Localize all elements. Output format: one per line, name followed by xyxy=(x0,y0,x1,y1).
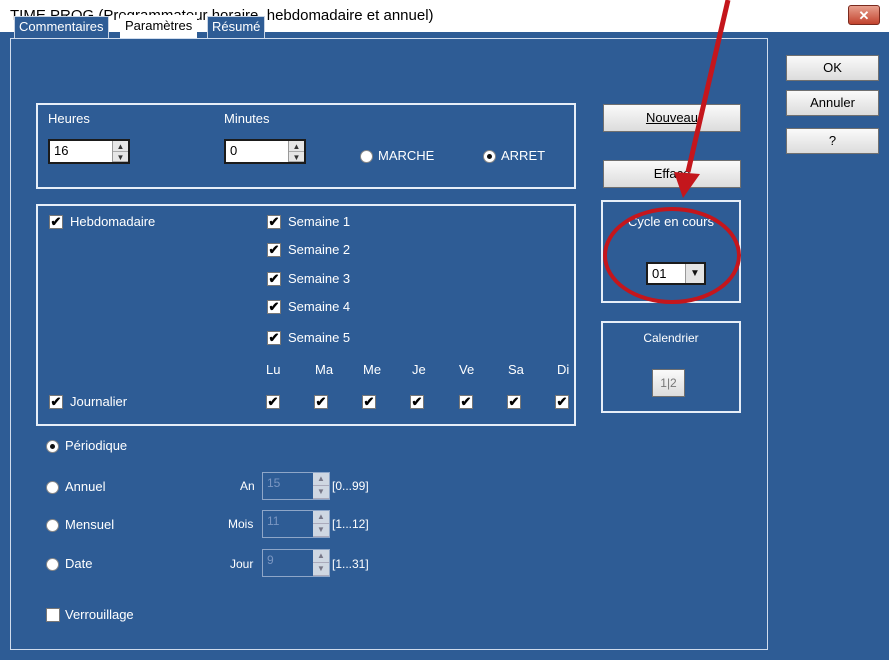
tab-resume[interactable]: Résumé xyxy=(207,16,266,38)
hours-stepper[interactable]: 16 ▲ ▼ xyxy=(48,139,130,164)
day-label-me: Me xyxy=(363,362,382,377)
day-label-di: Di xyxy=(557,362,570,377)
weekly-group: ✔ Hebdomadaire ✔ Semaine 1 ✔ Semaine 2 ✔… xyxy=(36,204,576,426)
red-arrow-annotation xyxy=(674,0,731,198)
dialog-window: TIME PROG (Programmateur horaire, hebdom… xyxy=(0,0,889,660)
jour-stepper[interactable]: 9 ▲ ▼ xyxy=(262,549,330,577)
minutes-value: 0 xyxy=(230,143,238,158)
day-checkbox-di[interactable]: ✔ xyxy=(555,395,569,409)
arret-label: ARRET xyxy=(501,148,546,163)
an-label: An xyxy=(240,479,255,493)
hours-value: 16 xyxy=(54,143,69,158)
mois-stepper[interactable]: 11 ▲ ▼ xyxy=(262,510,330,538)
calendrier-group: Calendrier 1|2 xyxy=(601,321,741,413)
jour-spin-buttons[interactable]: ▲ ▼ xyxy=(313,550,329,576)
journalier-checkbox[interactable]: ✔ xyxy=(49,395,63,409)
spin-up-icon[interactable]: ▲ xyxy=(313,550,329,563)
day-checkbox-lu[interactable]: ✔ xyxy=(266,395,280,409)
mensuel-radio[interactable] xyxy=(46,519,59,532)
day-label-ma: Ma xyxy=(315,362,334,377)
day-checkbox-me[interactable]: ✔ xyxy=(362,395,376,409)
minutes-spin-buttons[interactable]: ▲ ▼ xyxy=(288,141,304,162)
semaine-2-label: Semaine 2 xyxy=(288,242,351,257)
day-label-je: Je xyxy=(412,362,426,377)
semaine-5-checkbox[interactable]: ✔ xyxy=(267,331,281,345)
spin-up-icon[interactable]: ▲ xyxy=(313,511,329,524)
spin-up-icon[interactable]: ▲ xyxy=(313,473,329,486)
mois-range: [1...12] xyxy=(332,517,369,531)
spin-up-icon[interactable]: ▲ xyxy=(289,141,304,152)
an-stepper[interactable]: 15 ▲ ▼ xyxy=(262,472,330,500)
annuel-radio[interactable] xyxy=(46,481,59,494)
periodique-radio[interactable] xyxy=(46,440,59,453)
verrouillage-checkbox[interactable] xyxy=(46,608,60,622)
semaine-5-label: Semaine 5 xyxy=(288,330,351,345)
day-label-sa: Sa xyxy=(508,362,524,377)
semaine-3-checkbox[interactable]: ✔ xyxy=(267,272,281,286)
semaine-1-label: Semaine 1 xyxy=(288,214,351,229)
day-checkbox-ve[interactable]: ✔ xyxy=(459,395,473,409)
hebdomadaire-label: Hebdomadaire xyxy=(70,214,156,229)
minutes-label: Minutes xyxy=(224,111,270,126)
an-value: 15 xyxy=(267,476,281,490)
date-label: Date xyxy=(65,556,93,571)
semaine-1-checkbox[interactable]: ✔ xyxy=(267,215,281,229)
date-radio[interactable] xyxy=(46,558,59,571)
jour-label: Jour xyxy=(230,557,254,571)
ok-button[interactable]: OK xyxy=(786,55,879,81)
hours-spin-buttons[interactable]: ▲ ▼ xyxy=(112,141,128,162)
spin-down-icon[interactable]: ▼ xyxy=(289,152,304,162)
annuler-button[interactable]: Annuler xyxy=(786,90,879,116)
semaine-2-checkbox[interactable]: ✔ xyxy=(267,243,281,257)
periodique-label: Périodique xyxy=(65,438,128,453)
time-group: Heures 16 ▲ ▼ Minutes 0 ▲ ▼ MARCHE ARRET xyxy=(36,103,576,189)
marche-label: MARCHE xyxy=(378,148,435,163)
jour-range: [1...31] xyxy=(332,557,369,571)
jour-value: 9 xyxy=(267,553,274,567)
help-button[interactable]: ? xyxy=(786,128,879,154)
journalier-label: Journalier xyxy=(70,394,128,409)
hours-label: Heures xyxy=(48,111,90,126)
close-button[interactable]: ✕ xyxy=(848,5,880,25)
mensuel-label: Mensuel xyxy=(65,517,115,532)
hebdomadaire-checkbox[interactable]: ✔ xyxy=(49,215,63,229)
red-circle-annotation xyxy=(603,207,741,304)
spin-down-icon[interactable]: ▼ xyxy=(313,486,329,499)
spin-up-icon[interactable]: ▲ xyxy=(113,141,128,152)
day-checkbox-je[interactable]: ✔ xyxy=(410,395,424,409)
tab-commentaires[interactable]: Commentaires xyxy=(14,16,109,38)
mois-spin-buttons[interactable]: ▲ ▼ xyxy=(313,511,329,537)
an-range: [0...99] xyxy=(332,479,369,493)
an-spin-buttons[interactable]: ▲ ▼ xyxy=(313,473,329,499)
semaine-4-checkbox[interactable]: ✔ xyxy=(267,300,281,314)
day-label-lu: Lu xyxy=(266,362,281,377)
semaine-4-label: Semaine 4 xyxy=(288,299,351,314)
annuel-label: Annuel xyxy=(65,479,106,494)
calendrier-label: Calendrier xyxy=(643,331,699,345)
minutes-stepper[interactable]: 0 ▲ ▼ xyxy=(224,139,306,164)
day-label-ve: Ve xyxy=(459,362,475,377)
calendar-icon[interactable]: 1|2 xyxy=(652,369,685,397)
mois-label: Mois xyxy=(228,517,254,531)
day-checkbox-sa[interactable]: ✔ xyxy=(507,395,521,409)
mois-value: 11 xyxy=(267,514,280,528)
semaine-3-label: Semaine 3 xyxy=(288,271,351,286)
marche-radio[interactable] xyxy=(360,150,373,163)
day-checkbox-ma[interactable]: ✔ xyxy=(314,395,328,409)
arret-radio[interactable] xyxy=(483,150,496,163)
spin-down-icon[interactable]: ▼ xyxy=(313,563,329,576)
verrouillage-label: Verrouillage xyxy=(65,607,134,622)
spin-down-icon[interactable]: ▼ xyxy=(113,152,128,162)
spin-down-icon[interactable]: ▼ xyxy=(313,524,329,537)
tab-parametres[interactable]: Paramètres xyxy=(120,15,198,39)
